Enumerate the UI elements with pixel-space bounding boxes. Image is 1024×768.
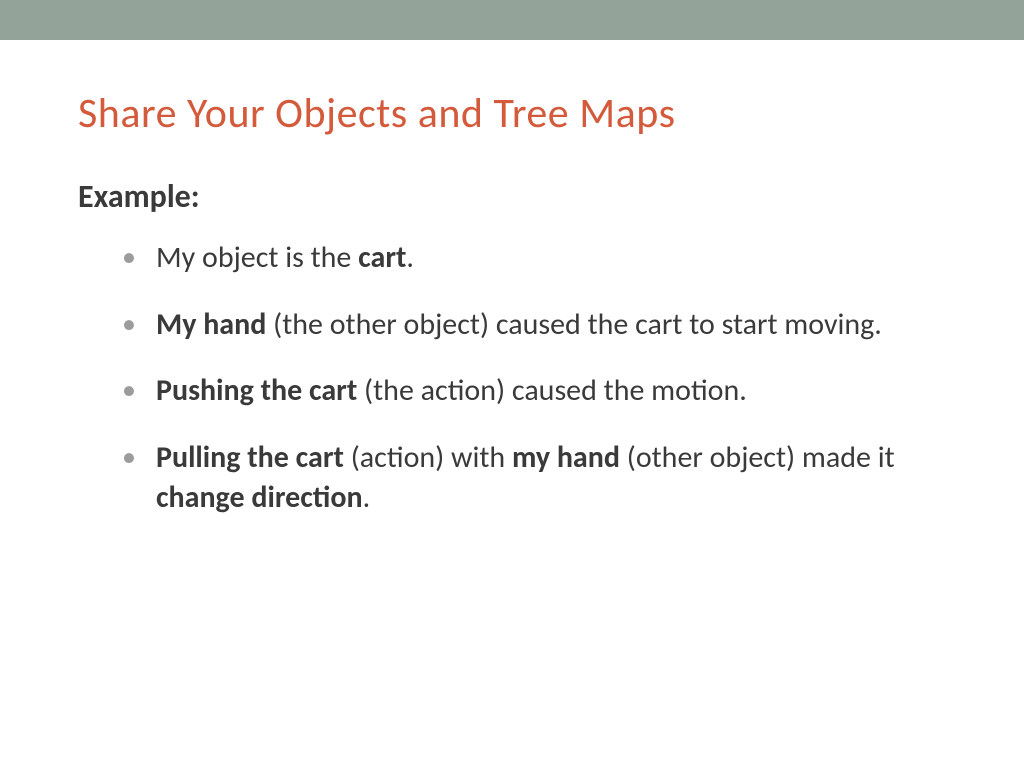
top-accent-bar — [0, 0, 1024, 40]
list-item: My hand (the other object) caused the ca… — [122, 305, 946, 346]
text-segment: (the other object) caused the cart to st… — [266, 306, 882, 343]
slide-content: Share Your Objects and Tree Maps Example… — [0, 40, 1024, 519]
bold-text: change direction — [156, 479, 363, 516]
bold-text: my hand — [512, 439, 620, 476]
list-item: Pulling the cart (action) with my hand (… — [122, 438, 946, 519]
text-segment: (other object) made it — [620, 439, 895, 476]
bullet-list: My object is the cart. My hand (the othe… — [78, 238, 946, 519]
text-segment: My object is the — [156, 239, 358, 276]
text-segment: . — [406, 239, 414, 276]
bold-text: My hand — [156, 306, 266, 343]
list-item: My object is the cart. — [122, 238, 946, 279]
text-segment: (action) with — [344, 439, 512, 476]
list-item: Pushing the cart (the action) caused the… — [122, 371, 946, 412]
bold-text: cart — [358, 239, 406, 276]
text-segment: (the action) caused the motion. — [357, 372, 747, 409]
example-heading: Example: — [78, 177, 946, 216]
slide-title: Share Your Objects and Tree Maps — [78, 88, 946, 139]
bold-text: Pulling the cart — [156, 439, 344, 476]
bold-text: Pushing the cart — [156, 372, 357, 409]
text-segment: . — [363, 479, 371, 516]
